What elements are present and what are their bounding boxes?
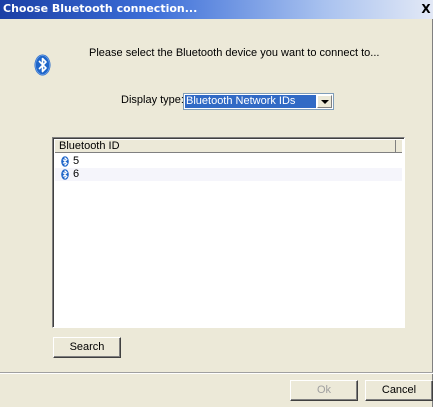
bluetooth-icon [61,169,69,180]
list-header: Bluetooth ID [55,140,402,153]
bluetooth-id: 5 [73,155,80,167]
bluetooth-id: 6 [73,168,80,180]
bluetooth-icon [61,156,69,167]
separator-highlight [0,373,433,374]
chevron-down-icon[interactable] [317,95,332,108]
list-item[interactable]: 5 [55,155,402,168]
window-title: Choose Bluetooth connection... [3,2,198,15]
display-type-label: Display type: [121,94,184,106]
display-type-value: Bluetooth Network IDs [185,95,316,108]
bluetooth-dialog: Choose Bluetooth connection... X Please … [0,0,433,407]
cancel-button[interactable]: Cancel [365,380,433,401]
display-type-select[interactable]: Bluetooth Network IDs [183,93,334,110]
prompt-text: Please select the Bluetooth device you w… [89,47,380,59]
bluetooth-device-list[interactable]: Bluetooth ID 5 6 [52,137,405,328]
bluetooth-icon [34,54,51,76]
list-item[interactable]: 6 [55,168,402,181]
column-header-bluetooth-id[interactable]: Bluetooth ID [55,140,396,153]
close-icon[interactable]: X [420,2,432,16]
ok-button[interactable]: Ok [290,380,358,401]
title-bar[interactable]: Choose Bluetooth connection... X [0,0,433,19]
search-button[interactable]: Search [53,337,121,358]
